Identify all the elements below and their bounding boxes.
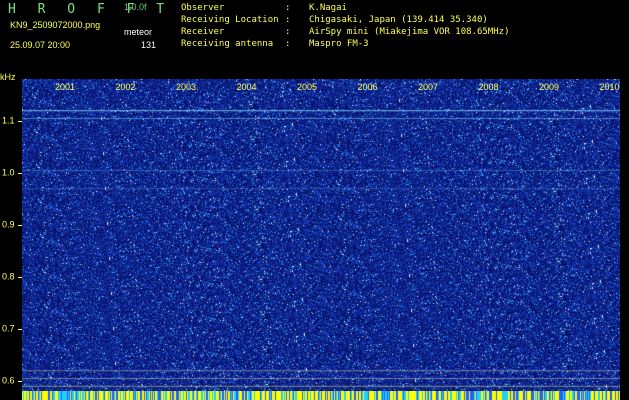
info-value-observer: K.Nagai: [309, 3, 347, 13]
speed-label: 1.0.0f: [124, 2, 147, 12]
info-colon: :: [285, 27, 291, 37]
filename-label: KN9_2509072000.png: [10, 20, 101, 30]
info-label-receiver: Receiver: [181, 27, 225, 37]
x-tick-label: 2009: [539, 82, 560, 92]
y-tick-label: 1.1: [2, 115, 15, 126]
mode-label: meteor: [124, 27, 153, 37]
count-label: 131: [141, 40, 157, 50]
y-unit-label: kHz: [0, 72, 16, 82]
info-label-antenna: Receiving antenna: [181, 39, 274, 49]
info-label-observer: Observer: [181, 3, 225, 13]
info-colon: :: [285, 3, 291, 13]
info-label-location: Receiving Location: [181, 15, 279, 25]
info-value-antenna: Maspro FM-3: [309, 39, 369, 49]
x-tick-label: 2006: [357, 82, 378, 92]
x-tick-label: 2004: [236, 82, 257, 92]
y-tick-label: 0.9: [2, 219, 15, 230]
right-margin: [620, 79, 629, 391]
spectrogram-canvas: [22, 79, 620, 391]
y-tick-label: 0.8: [2, 271, 15, 282]
x-tick-label: 2008: [478, 82, 499, 92]
x-tick-label: 2001: [55, 82, 76, 92]
y-tick-label: 0.6: [2, 375, 15, 386]
activity-strip: [22, 391, 620, 400]
x-tick-label: 2005: [297, 82, 318, 92]
y-tick-label: 0.7: [2, 323, 15, 334]
info-value-receiver: AirSpy mini (Miakejima VOR 108.65MHz): [309, 27, 510, 37]
y-tick-label: 1.0: [2, 167, 15, 178]
info-colon: :: [285, 15, 291, 25]
x-tick-label: 2010: [599, 82, 620, 92]
info-colon: :: [285, 39, 291, 49]
info-value-location: Chigasaki, Japan (139.414 35.340): [309, 15, 488, 25]
x-tick-label: 2003: [176, 82, 197, 92]
x-tick-label: 2007: [418, 82, 439, 92]
datetime-label: 25.09.07 20:00: [10, 40, 71, 50]
x-tick-label: 2002: [115, 82, 136, 92]
header-panel: H R O F F T 1.0.0f KN9_2509072000.png me…: [0, 0, 629, 76]
